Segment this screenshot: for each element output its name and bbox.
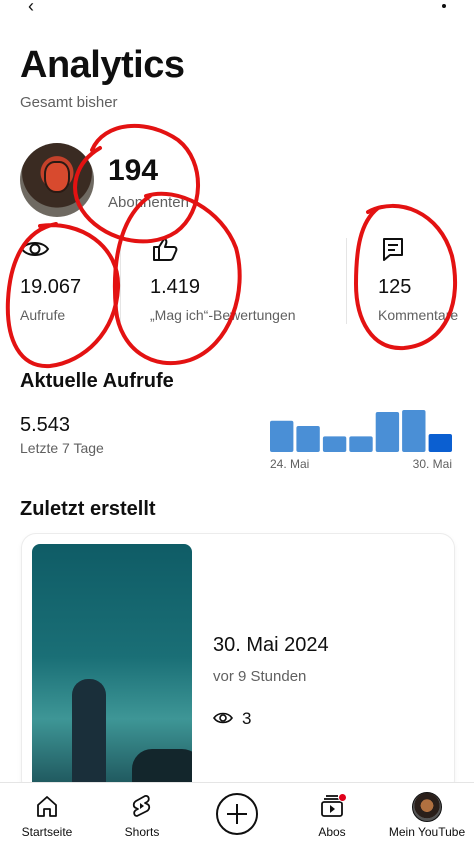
views-value: 19.067: [20, 276, 82, 298]
chart-tick-label: 24. Mai: [270, 457, 309, 471]
section-title-recent-views: Aktuelle Aufrufe: [20, 370, 174, 392]
latest-video-card[interactable]: 30. Mai 2024 vor 9 Stunden 3: [22, 534, 454, 794]
chart-bar: [270, 420, 294, 452]
likes-value: 1.419: [150, 276, 201, 298]
thumbnail-figure: [72, 679, 106, 789]
video-date: 30. Mai 2024: [213, 634, 329, 656]
nav-home[interactable]: Startseite: [0, 783, 94, 842]
chart-bar: [322, 436, 347, 452]
page-title: Analytics: [20, 44, 185, 86]
stat-likes[interactable]: 1.419 „Mag ich“-Bewertungen: [150, 232, 340, 332]
chart-bar: [296, 426, 320, 452]
channel-avatar: [20, 143, 94, 217]
comments-value: 125: [378, 276, 412, 298]
views-label: Aufrufe: [20, 307, 66, 323]
back-icon[interactable]: ‹: [28, 0, 34, 17]
bottom-navigation: Startseite Shorts Abos Mein YouTube: [0, 782, 474, 842]
page-subtitle: Gesamt bisher: [20, 94, 118, 111]
recent-views-chart[interactable]: 24. Mai 30. Mai: [266, 404, 456, 474]
likes-label: „Mag ich“-Bewertungen: [150, 307, 296, 323]
recent-views-label: Letzte 7 Tage: [20, 440, 104, 456]
stat-divider: [346, 238, 347, 324]
nav-you-label: Mein YouTube: [388, 825, 466, 839]
create-button[interactable]: [216, 793, 258, 835]
nav-subscriptions-label: Abos: [318, 825, 346, 839]
recent-views-value: 5.543: [20, 414, 71, 436]
chart-tick-label: 30. Mai: [413, 457, 452, 471]
chart-bar: [402, 410, 426, 452]
chart-bar: [375, 412, 400, 452]
video-thumbnail[interactable]: [32, 544, 192, 794]
subscriber-count: 194: [108, 154, 159, 187]
comment-icon: [383, 238, 403, 261]
section-title-latest: Zuletzt erstellt: [20, 498, 156, 520]
top-bar: ‹: [0, 0, 474, 18]
home-icon: [37, 796, 57, 817]
stat-divider: [120, 238, 121, 324]
notification-dot: [338, 793, 347, 802]
video-age: vor 9 Stunden: [213, 668, 307, 685]
eye-icon: [20, 242, 50, 256]
nav-shorts-label: Shorts: [124, 825, 160, 839]
comments-label: Kommentare: [378, 307, 459, 323]
avatar-mask: [44, 161, 70, 193]
profile-avatar[interactable]: [412, 792, 442, 822]
nav-subscriptions[interactable]: Abos: [284, 783, 380, 842]
shorts-icon: [132, 794, 151, 817]
nav-home-label: Startseite: [21, 825, 73, 839]
video-views: 3: [242, 709, 252, 728]
nav-shorts[interactable]: Shorts: [94, 783, 190, 842]
thumbs-up-icon: [153, 238, 178, 261]
more-options-icon[interactable]: [442, 4, 446, 8]
chart-bar: [349, 436, 373, 452]
stat-views[interactable]: 19.067 Aufrufe: [20, 232, 120, 332]
chart-bar: [428, 434, 452, 452]
subscriber-label: Abonnenten: [108, 194, 189, 211]
eye-icon: [213, 712, 233, 724]
stat-comments[interactable]: 125 Kommentare: [378, 232, 474, 332]
